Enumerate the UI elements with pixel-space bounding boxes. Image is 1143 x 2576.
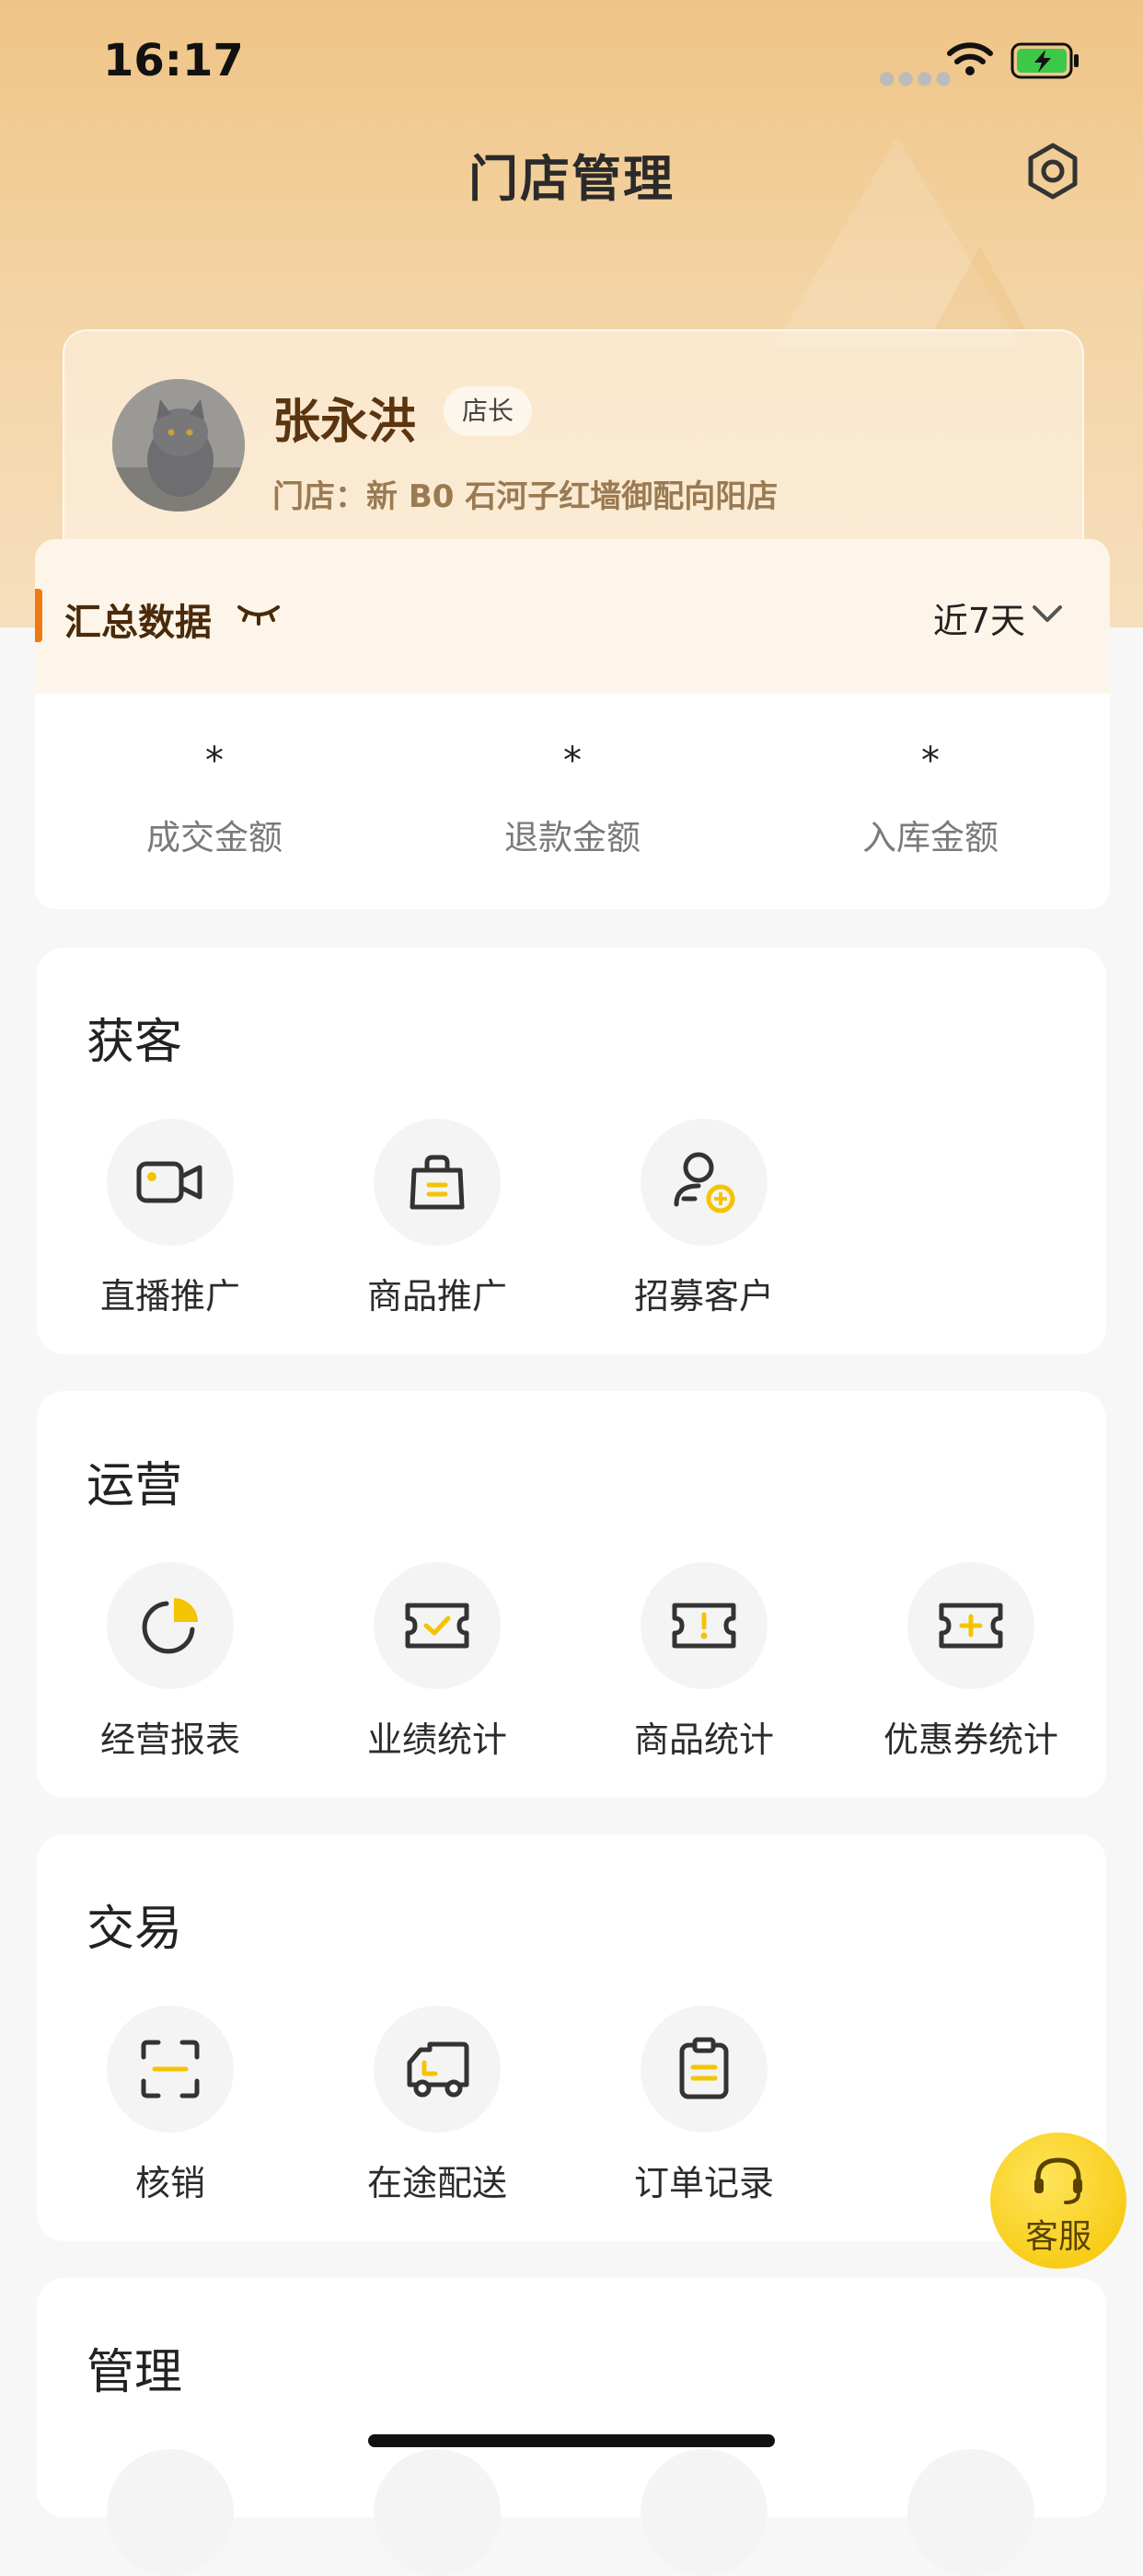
profile-card: 张永洪 店长 门店：新 B0 石河子红墙御配向阳店	[63, 329, 1084, 545]
pie-chart-icon	[142, 1598, 198, 1654]
status-bar: 16:17 ●●●●	[0, 0, 1143, 120]
item-label: 商品推广	[366, 1276, 507, 1317]
store-name: 门店：新 B0 石河子红墙御配向阳店	[272, 478, 779, 515]
metric-deal-amount[interactable]: * 成交金额	[35, 740, 394, 859]
item-verification[interactable]: 核销	[37, 2006, 304, 2205]
status-time: 16:17	[103, 35, 244, 86]
metric-value: *	[563, 740, 582, 782]
item-label: 在途配送	[366, 2163, 507, 2203]
item-product-promotion[interactable]: 商品推广	[304, 1119, 571, 1318]
delivery-truck-icon	[407, 2041, 469, 2098]
metric-label: 成交金额	[146, 818, 283, 857]
ticket-plus-icon	[939, 1603, 1003, 1649]
shopping-bag-icon	[410, 1155, 465, 1210]
item-coupon-stats[interactable]: 优惠券统计	[837, 1562, 1104, 1762]
section-management: 管理	[37, 2278, 1106, 2576]
management-item-placeholder[interactable]	[107, 2449, 234, 2576]
eye-closed-icon[interactable]	[236, 600, 282, 627]
item-business-report[interactable]: 经营报表	[37, 1562, 304, 1762]
management-item-placeholder[interactable]	[374, 2449, 501, 2576]
section-title: 获客	[87, 1015, 183, 1070]
section-acquisition: 获客 直播推广 商品推广 招募客户	[37, 948, 1106, 1354]
item-label: 订单记录	[633, 2163, 774, 2203]
item-live-promotion[interactable]: 直播推广	[37, 1119, 304, 1318]
clipboard-icon	[679, 2037, 729, 2099]
avatar[interactable]	[112, 379, 245, 512]
settings-icon[interactable]	[1023, 142, 1082, 201]
decor-triangle-small	[934, 247, 1026, 329]
cellular-signal-icon: ●●●●	[879, 66, 954, 88]
user-add-icon	[674, 1152, 735, 1213]
item-in-transit[interactable]: 在途配送	[304, 2006, 571, 2205]
section-operations: 运营 经营报表 业绩统计 商品统计 优惠券统计	[37, 1391, 1106, 1798]
metric-label: 退款金额	[504, 818, 641, 857]
summary-header: 汇总数据 近7天	[35, 539, 1110, 694]
chevron-down-icon[interactable]	[1031, 600, 1064, 627]
section-title: 交易	[87, 1902, 183, 1957]
customer-service-button[interactable]: 客服	[990, 2133, 1126, 2269]
item-label: 商品统计	[633, 1719, 774, 1760]
item-label: 核销	[134, 2163, 205, 2203]
page-title: 门店管理	[468, 150, 675, 208]
item-recruit-customers[interactable]: 招募客户	[571, 1119, 837, 1318]
item-product-stats[interactable]: 商品统计	[571, 1562, 837, 1762]
item-label: 优惠券统计	[883, 1719, 1058, 1760]
summary-title: 汇总数据	[64, 602, 212, 644]
summary-accent-bar	[35, 589, 42, 642]
metric-refund-amount[interactable]: * 退款金额	[393, 740, 752, 859]
item-label: 经营报表	[99, 1719, 240, 1760]
scan-icon	[141, 2040, 200, 2099]
item-performance-stats[interactable]: 业绩统计	[304, 1562, 571, 1762]
management-item-placeholder[interactable]	[641, 2449, 768, 2576]
video-camera-icon	[136, 1161, 202, 1203]
user-name: 张永洪	[272, 395, 417, 450]
item-order-records[interactable]: 订单记录	[571, 2006, 837, 2205]
section-transactions: 交易 核销 在途配送 订单记录	[37, 1834, 1106, 2241]
management-item-placeholder[interactable]	[907, 2449, 1034, 2576]
item-label: 招募客户	[633, 1276, 774, 1317]
item-label: 业绩统计	[366, 1719, 507, 1760]
home-indicator[interactable]	[368, 2434, 775, 2447]
section-title: 管理	[87, 2345, 183, 2400]
ticket-alert-icon	[672, 1603, 736, 1649]
summary-card: 汇总数据 近7天 * 成交金额 * 退款金额 * 入库金额	[35, 539, 1110, 909]
ticket-check-icon	[405, 1603, 469, 1649]
metric-label: 入库金额	[862, 818, 999, 857]
metric-value: *	[205, 740, 224, 782]
role-badge: 店长	[444, 386, 533, 436]
date-range-select[interactable]: 近7天	[933, 592, 1025, 643]
metric-value: *	[921, 740, 940, 782]
customer-service-label: 客服	[1024, 2218, 1091, 2256]
headset-icon	[1034, 2157, 1082, 2204]
metric-stock-in-amount[interactable]: * 入库金额	[751, 740, 1110, 859]
battery-charging-icon	[1010, 42, 1079, 79]
item-label: 直播推广	[99, 1276, 240, 1317]
wifi-icon	[947, 42, 993, 75]
section-title: 运营	[87, 1458, 183, 1513]
